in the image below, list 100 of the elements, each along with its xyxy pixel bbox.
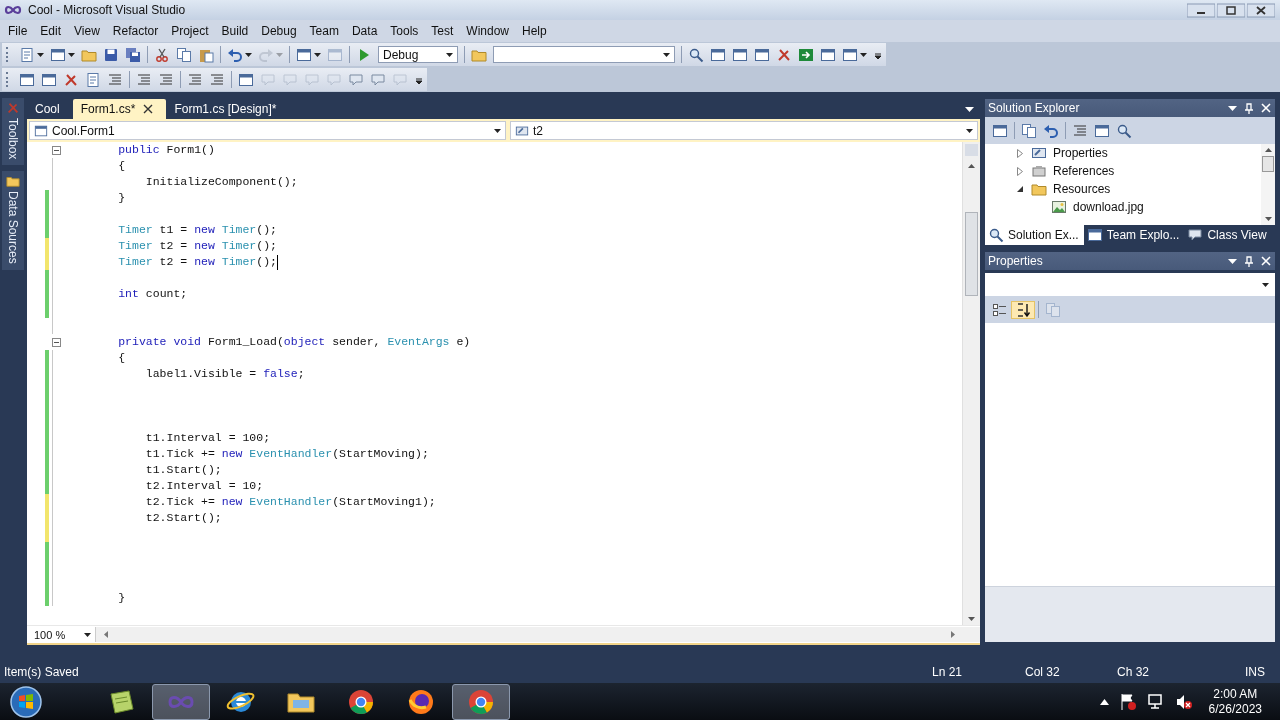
outline-toggle[interactable] <box>52 145 61 155</box>
panel-tab[interactable]: Class View <box>1184 225 1272 245</box>
line-number: Ln 21 <box>932 665 964 679</box>
scroll-thumb[interactable] <box>965 212 978 296</box>
maximize-button[interactable] <box>1217 2 1245 18</box>
pages-icon <box>1021 122 1037 139</box>
document-tab[interactable]: Form1.cs [Design]* <box>166 99 290 119</box>
code-line: t2.Interval = 10; <box>144 478 264 494</box>
caret-icon <box>494 128 501 133</box>
window-icon <box>710 46 726 63</box>
menu-item[interactable]: Project <box>165 24 215 38</box>
code-line: { <box>117 350 126 366</box>
pin-icon[interactable] <box>1245 255 1253 267</box>
show-hidden-icons-button[interactable] <box>1099 698 1109 705</box>
network-icon[interactable] <box>1146 692 1165 711</box>
menu-item[interactable]: View <box>68 24 106 38</box>
menu-item[interactable]: Debug <box>255 24 303 38</box>
menu-item[interactable]: Team <box>303 24 345 38</box>
outline-toggle[interactable] <box>52 337 61 347</box>
expander-icon[interactable] <box>1016 185 1024 193</box>
minimize-button[interactable] <box>1187 2 1215 18</box>
bubble-icon <box>1187 227 1204 243</box>
scroll-right-icon[interactable] <box>951 631 955 638</box>
caret-icon <box>314 52 321 57</box>
search-icon <box>688 46 704 63</box>
caret-icon <box>68 52 75 57</box>
pages-icon <box>176 46 192 63</box>
pin-icon[interactable] <box>1245 102 1253 114</box>
image-icon <box>1051 199 1067 215</box>
window-icon <box>41 71 57 88</box>
tab-list-icon[interactable] <box>965 106 974 112</box>
caret-icon <box>84 632 91 637</box>
scissors-icon <box>154 46 170 63</box>
panel-tab[interactable]: Solution Ex... <box>985 225 1084 245</box>
caret-icon <box>276 52 283 57</box>
scroll-up-icon[interactable] <box>968 164 975 168</box>
code-line: private void Form1_Load(object sender, EventArgs e) <box>117 334 471 350</box>
horizontal-scrollbar[interactable] <box>96 627 980 642</box>
window-icon <box>1031 145 1047 161</box>
menu-item[interactable]: Edit <box>34 24 68 38</box>
document-tab[interactable]: Form1.cs* <box>72 99 167 119</box>
menu-item[interactable]: File <box>2 24 34 38</box>
close-tab-icon[interactable] <box>143 104 154 114</box>
lines-icon <box>209 71 225 88</box>
menu-item[interactable]: Test <box>425 24 460 38</box>
configuration-dropdown[interactable] <box>493 46 675 63</box>
char-number: Ch 32 <box>1117 665 1151 679</box>
scroll-up-icon[interactable] <box>1264 148 1272 152</box>
code-line: InitializeComponent(); <box>144 174 298 190</box>
splitter-handle[interactable] <box>965 144 978 156</box>
tree-item[interactable]: Resources <box>1053 182 1111 196</box>
configuration-dropdown[interactable]: Debug <box>378 46 458 63</box>
toolbar-button[interactable] <box>1011 300 1035 319</box>
window-icon <box>1094 122 1110 139</box>
close-icon[interactable] <box>1261 103 1271 113</box>
status-message: Item(s) Saved <box>4 665 80 679</box>
clock[interactable]: 2:00 AM 6/26/2023 <box>1208 686 1262 717</box>
document-icon <box>85 71 101 88</box>
caret-icon <box>1262 282 1269 287</box>
side-tab[interactable]: Data Sources <box>2 171 24 271</box>
code-line: int count; <box>117 286 188 302</box>
lines-icon <box>187 71 203 88</box>
tree-item[interactable]: download.jpg <box>1073 200 1144 214</box>
menu-item[interactable]: Window <box>460 24 516 38</box>
menu-item[interactable]: Tools <box>384 24 425 38</box>
code-line: Timer t2 = new Timer(); <box>117 254 277 270</box>
search-icon <box>1116 122 1132 139</box>
close-button[interactable] <box>1247 2 1275 18</box>
menu-item[interactable]: Refactor <box>106 24 165 38</box>
menu-item[interactable]: Data <box>345 24 384 38</box>
dropdown-icon[interactable] <box>1228 105 1237 111</box>
bubble-icon <box>260 71 276 88</box>
side-tab[interactable]: Toolbox <box>2 98 24 166</box>
start-button[interactable] <box>9 684 43 719</box>
bubble-icon <box>304 71 320 88</box>
vertical-scrollbar[interactable] <box>962 142 980 625</box>
pages-icon <box>1045 301 1061 318</box>
scroll-down-icon[interactable] <box>1264 217 1272 221</box>
menu-item[interactable]: Help <box>516 24 553 38</box>
vertical-scrollbar[interactable] <box>1261 144 1275 225</box>
window-icon <box>34 123 48 138</box>
dropdown-icon[interactable] <box>1228 258 1237 264</box>
member-dropdown[interactable]: t2 <box>510 121 978 140</box>
scroll-left-icon[interactable] <box>104 631 108 638</box>
code-line: Timer t2 = new Timer(); <box>117 238 277 254</box>
panel-tab[interactable]: Team Explo... <box>1083 225 1185 245</box>
tree-item[interactable]: References <box>1053 164 1115 178</box>
code-line: label1.Visible = false; <box>144 366 305 382</box>
lines-icon <box>158 71 174 88</box>
scroll-down-icon[interactable] <box>968 617 975 621</box>
scroll-thumb[interactable] <box>1262 156 1274 172</box>
flag-icon[interactable] <box>1118 692 1137 711</box>
taskbar-button[interactable] <box>452 683 510 720</box>
window-icon <box>754 46 770 63</box>
menu-item[interactable]: Build <box>215 24 255 38</box>
close-icon[interactable] <box>1261 256 1271 266</box>
document-tab[interactable]: Cool <box>27 99 73 119</box>
type-dropdown[interactable]: Cool.Form1 <box>29 121 506 140</box>
code-line: { <box>117 158 126 174</box>
tree-item[interactable]: Properties <box>1053 146 1108 160</box>
